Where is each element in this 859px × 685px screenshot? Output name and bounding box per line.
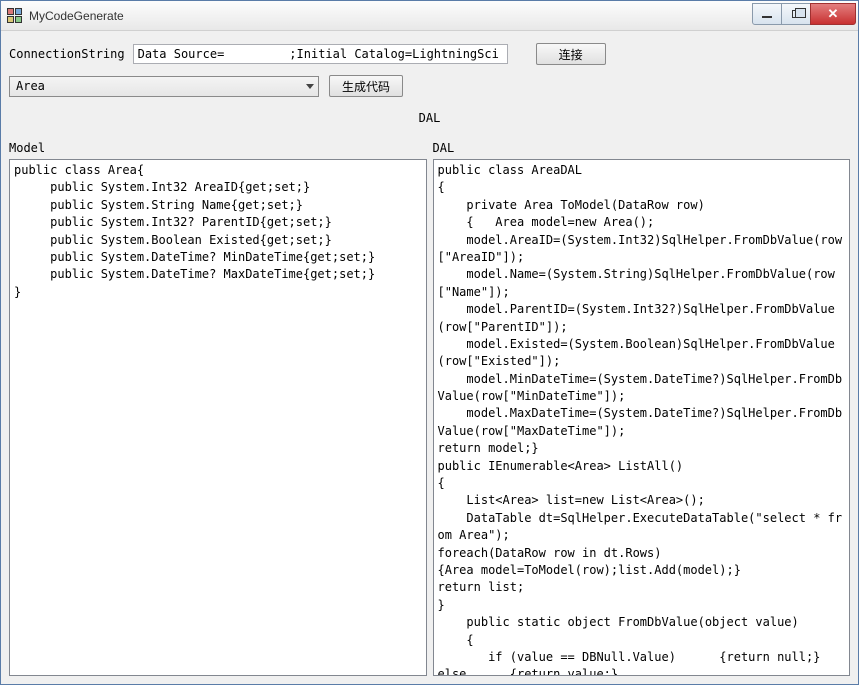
chevron-down-icon (300, 77, 318, 96)
close-icon: ✕ (828, 6, 839, 22)
app-icon (7, 8, 23, 24)
window-title: MyCodeGenerate (29, 9, 124, 23)
app-window: MyCodeGenerate ✕ ConnectionString 连接 Are… (0, 0, 859, 685)
connection-string-input[interactable] (133, 44, 508, 64)
maximize-button[interactable] (781, 3, 811, 25)
window-controls: ✕ (753, 3, 856, 25)
maximize-icon (792, 10, 801, 18)
model-code-textarea[interactable] (9, 159, 427, 676)
generate-row: Area 生成代码 (9, 75, 850, 97)
minimize-button[interactable] (752, 3, 782, 25)
close-button[interactable]: ✕ (810, 3, 856, 25)
panels: Model DAL (9, 141, 850, 676)
model-panel: Model (9, 141, 427, 676)
dal-panel-label: DAL (433, 141, 851, 155)
connection-row: ConnectionString 连接 (9, 43, 850, 65)
connect-button[interactable]: 连接 (536, 43, 606, 65)
titlebar-left: MyCodeGenerate (7, 8, 124, 24)
combo-selected-text: Area (16, 79, 45, 93)
model-panel-label: Model (9, 141, 427, 155)
dal-code-textarea[interactable] (433, 159, 851, 676)
titlebar[interactable]: MyCodeGenerate ✕ (1, 1, 858, 31)
dal-center-label: DAL (9, 111, 850, 125)
minimize-icon (762, 16, 772, 18)
generate-button[interactable]: 生成代码 (329, 75, 403, 97)
conn-label: ConnectionString (9, 47, 125, 61)
dal-panel: DAL (433, 141, 851, 676)
table-combo[interactable]: Area (9, 76, 319, 97)
client-area: ConnectionString 连接 Area 生成代码 DAL Model … (1, 31, 858, 684)
